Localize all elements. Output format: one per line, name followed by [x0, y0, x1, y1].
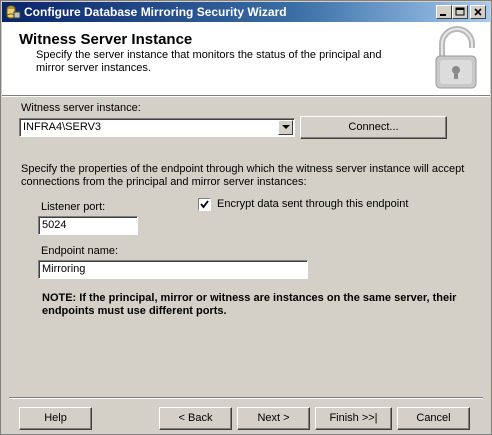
window-title: Configure Database Mirroring Security Wi…	[24, 5, 287, 19]
page-description: Specify the server instance that monitor…	[36, 49, 382, 74]
witness-instance-label: Witness server instance:	[21, 102, 141, 114]
encrypt-label[interactable]: Encrypt data sent through this endpoint	[217, 198, 408, 210]
witness-instance-select[interactable]: INFRA4\SERV3	[19, 118, 295, 137]
maximize-icon	[455, 7, 465, 16]
footer-divider	[9, 397, 483, 399]
endpoint-name-label: Endpoint name:	[41, 245, 119, 257]
endpoint-intro-text: Specify the properties of the endpoint t…	[21, 163, 465, 188]
ports-note: NOTE: If the principal, mirror or witnes…	[42, 292, 457, 317]
title-bar[interactable]: Configure Database Mirroring Security Wi…	[2, 2, 490, 22]
lock-icon	[432, 26, 482, 90]
next-button[interactable]: Next >	[237, 407, 310, 430]
page-title: Witness Server Instance	[19, 31, 193, 48]
close-button[interactable]	[470, 5, 486, 19]
checkmark-icon	[200, 200, 209, 209]
endpoint-name-input[interactable]: Mirroring	[38, 260, 308, 279]
dropdown-button[interactable]	[278, 120, 293, 135]
minimize-icon	[440, 14, 446, 16]
help-button[interactable]: Help	[19, 407, 92, 430]
wizard-window: Configure Database Mirroring Security Wi…	[0, 0, 492, 435]
wizard-header: Witness Server Instance Specify the serv…	[2, 22, 490, 96]
close-icon	[474, 8, 482, 16]
cancel-button[interactable]: Cancel	[397, 407, 470, 430]
finish-button[interactable]: Finish >>|	[315, 407, 392, 430]
back-button[interactable]: < Back	[159, 407, 232, 430]
listener-port-input[interactable]: 5024	[38, 216, 138, 235]
minimize-button[interactable]	[436, 5, 452, 19]
maximize-button[interactable]	[452, 5, 468, 19]
listener-port-label: Listener port:	[41, 201, 106, 213]
chevron-down-icon	[282, 125, 290, 129]
connect-button[interactable]: Connect...	[300, 116, 447, 139]
witness-instance-value: INFRA4\SERV3	[23, 121, 102, 133]
database-icon	[5, 4, 21, 20]
header-divider	[2, 96, 490, 97]
encrypt-checkbox[interactable]	[198, 198, 211, 211]
